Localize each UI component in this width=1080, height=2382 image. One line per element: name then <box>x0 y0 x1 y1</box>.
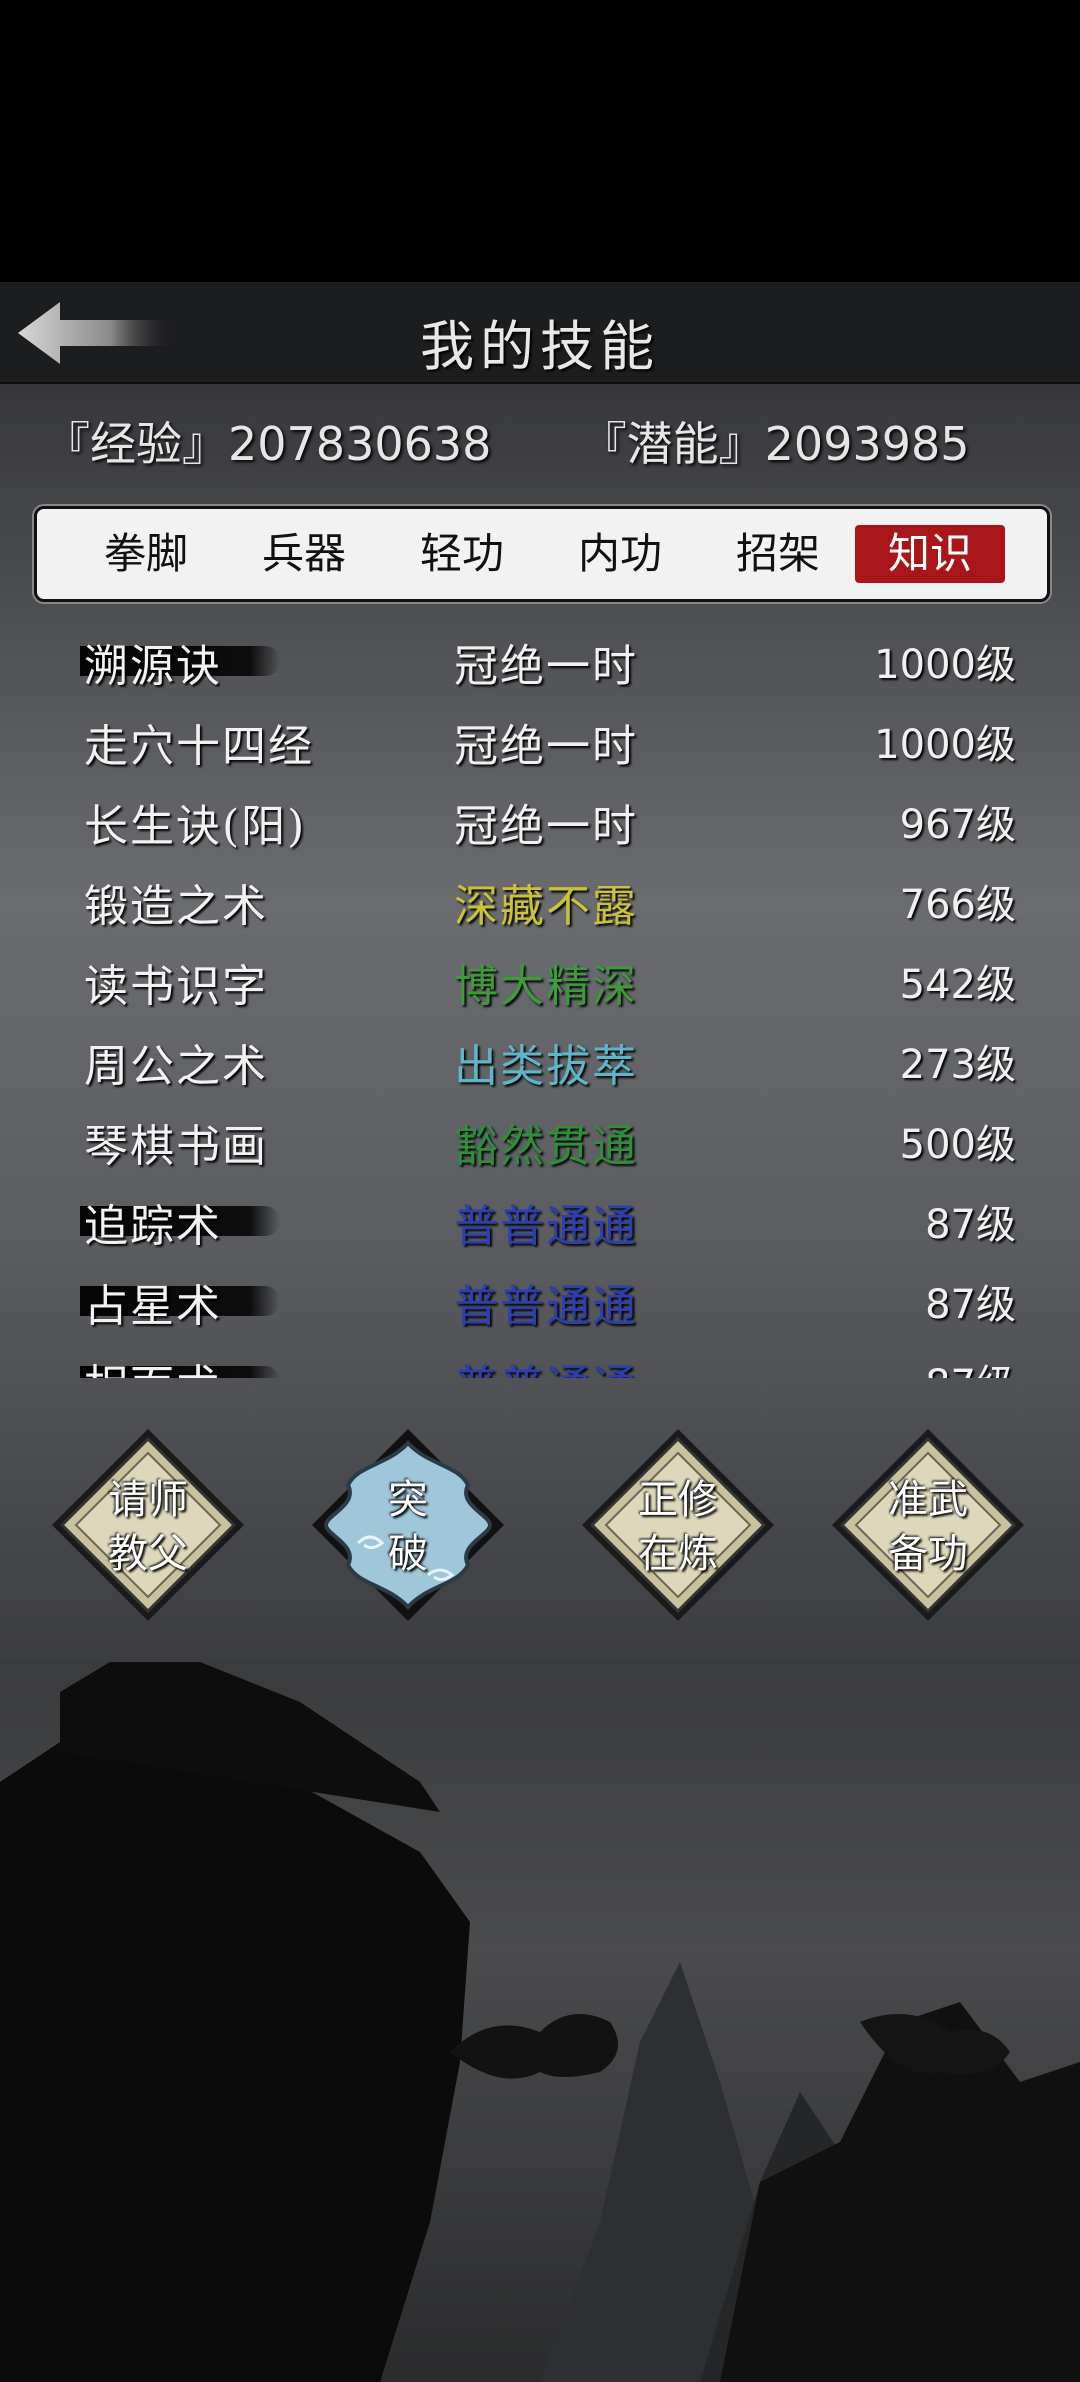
skill-name: 相面术 <box>84 1350 222 1378</box>
skill-level: 542级 <box>899 962 1016 1008</box>
skill-row[interactable]: 走穴十四经 冠绝一时 1000级 <box>60 700 1030 780</box>
skill-rank: 普普通通 <box>454 1201 638 1252</box>
breakthrough-button[interactable]: 突破 <box>308 1425 508 1625</box>
skill-list[interactable]: 溯源诀 冠绝一时 1000级 走穴十四经 冠绝一时 1000级 长生诀(阳) 冠… <box>60 620 1030 1378</box>
breakthrough-label: 突破 <box>388 1477 428 1577</box>
skill-level: 1000级 <box>874 642 1016 688</box>
skill-row[interactable]: 溯源诀 冠绝一时 1000级 <box>60 620 1030 700</box>
skill-name: 读书识字 <box>84 961 268 1012</box>
skill-category-tabs: 拳脚 兵器 轻功 内功 招架 知识 <box>34 506 1050 602</box>
skill-row[interactable]: 长生诀(阳) 冠绝一时 967级 <box>60 780 1030 860</box>
skill-rank: 豁然贯通 <box>454 1121 638 1172</box>
tab-quanjiao[interactable]: 拳脚 <box>71 525 221 583</box>
skill-name: 周公之术 <box>84 1041 268 1092</box>
hire-teacher-button[interactable]: 请师 教父 <box>48 1425 248 1625</box>
skill-rank: 深藏不露 <box>454 881 638 932</box>
skill-level: 87级 <box>925 1352 1016 1378</box>
stats-line: 『经验』207830638 『潜能』2093985 <box>44 408 970 474</box>
skill-name: 琴棋书画 <box>84 1121 268 1172</box>
title-bar: 我的技能 <box>0 282 1080 384</box>
skill-row[interactable]: 追踪术 普普通通 87级 <box>60 1180 1030 1260</box>
tab-zhaojia[interactable]: 招架 <box>703 525 853 583</box>
skill-level: 1000级 <box>874 722 1016 768</box>
skill-row[interactable]: 琴棋书画 豁然贯通 500级 <box>60 1100 1030 1180</box>
status-area <box>0 0 1080 282</box>
skill-name: 锻造之术 <box>84 881 268 932</box>
skill-row[interactable]: 读书识字 博大精深 542级 <box>60 940 1030 1020</box>
skill-rank: 冠绝一时 <box>454 641 638 692</box>
skill-row[interactable]: 相面术 普普通通 87级 <box>60 1340 1030 1378</box>
skill-name: 长生诀(阳) <box>84 801 307 852</box>
skill-level: 967级 <box>899 802 1016 848</box>
page-title: 我的技能 <box>420 315 660 378</box>
skill-rank: 冠绝一时 <box>454 721 638 772</box>
skill-rank: 出类拔萃 <box>454 1041 638 1092</box>
skill-rank: 博大精深 <box>454 961 638 1012</box>
skill-name: 溯源诀 <box>84 641 222 692</box>
practicing-button[interactable]: 正修 在炼 <box>578 1425 778 1625</box>
prepare-skills-label: 准武 备功 <box>888 1477 968 1577</box>
skill-name: 走穴十四经 <box>84 721 314 772</box>
skill-rank: 冠绝一时 <box>454 801 638 852</box>
tab-bingqi[interactable]: 兵器 <box>229 525 379 583</box>
skill-level: 273级 <box>899 1042 1016 1088</box>
skill-level: 766级 <box>899 882 1016 928</box>
background-landscape-image <box>0 1662 1080 2382</box>
hire-teacher-label: 请师 教父 <box>108 1477 188 1577</box>
skill-rank: 普普通通 <box>454 1350 638 1378</box>
potential-label: 『潜能』 <box>580 417 765 471</box>
skill-level: 87级 <box>925 1282 1016 1328</box>
skill-level: 500级 <box>899 1122 1016 1168</box>
skill-row[interactable]: 周公之术 出类拔萃 273级 <box>60 1020 1030 1100</box>
skill-row[interactable]: 占星术 普普通通 87级 <box>60 1260 1030 1340</box>
tab-zhishi[interactable]: 知识 <box>855 525 1005 583</box>
skill-rank: 普普通通 <box>454 1281 638 1332</box>
tab-qinggong[interactable]: 轻功 <box>387 525 537 583</box>
experience-value: 207830638 <box>228 417 492 471</box>
action-buttons: 请师 教父 突破 正修 在炼 准武 备功 <box>0 1425 1080 1635</box>
potential-value: 2093985 <box>764 417 970 471</box>
skill-level: 87级 <box>925 1202 1016 1248</box>
skill-row[interactable]: 锻造之术 深藏不露 766级 <box>60 860 1030 940</box>
practicing-label: 正修 在炼 <box>638 1477 718 1577</box>
skill-name: 占星术 <box>84 1281 222 1332</box>
tab-neigong[interactable]: 内功 <box>545 525 695 583</box>
prepare-skills-button[interactable]: 准武 备功 <box>828 1425 1028 1625</box>
experience-label: 『经验』 <box>44 417 228 471</box>
skill-name: 追踪术 <box>84 1201 222 1252</box>
